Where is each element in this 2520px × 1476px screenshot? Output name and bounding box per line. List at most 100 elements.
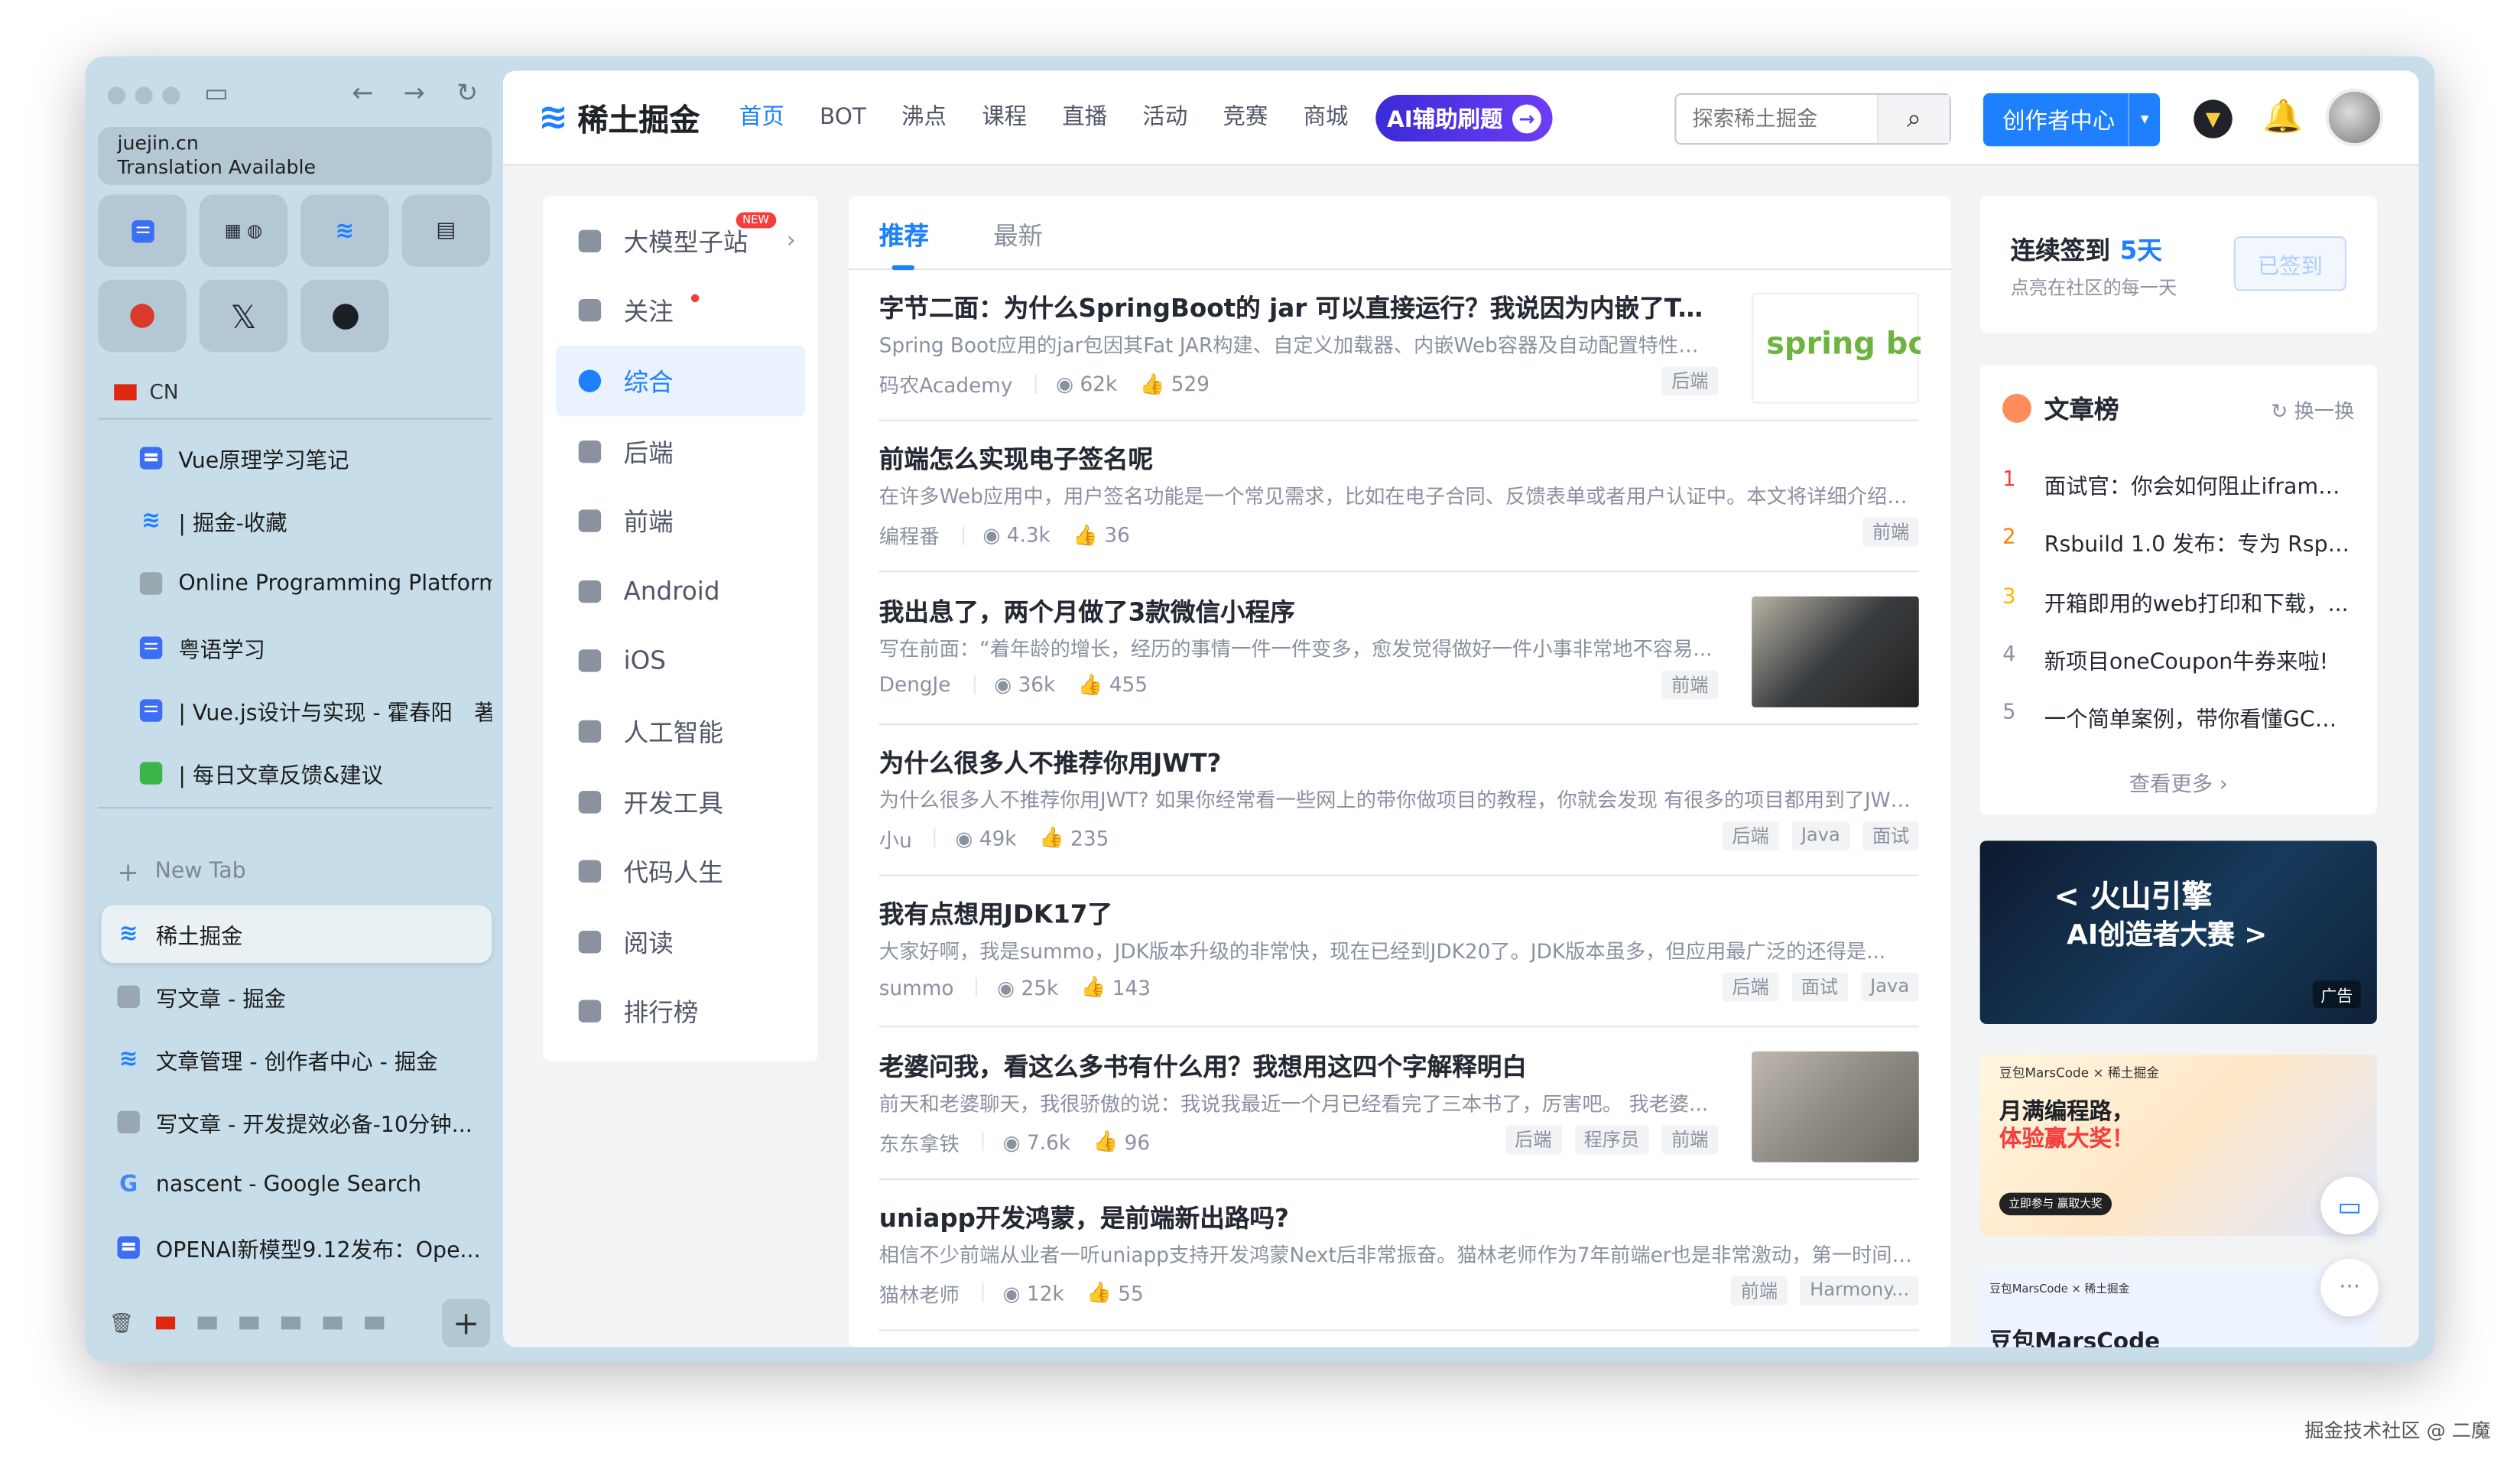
close-window-button[interactable]: [107, 86, 125, 105]
article-tag[interactable]: Harmony...: [1800, 1276, 1919, 1305]
article-title[interactable]: 前端怎么实现电子签名呢: [879, 441, 1919, 476]
ranking-item[interactable]: 4 新项目oneCoupon牛券来啦!: [2002, 643, 2356, 675]
article-tag[interactable]: 后端: [1722, 821, 1779, 850]
nav-link[interactable]: 首页: [739, 103, 784, 132]
space-4-icon[interactable]: [281, 1316, 301, 1330]
view-more-link[interactable]: 查看更多 ›: [1980, 767, 2377, 798]
article-title[interactable]: 老婆问我，看这么多书有什么用？我想用这四个字解释明白: [879, 1047, 1715, 1082]
article-item[interactable]: 字节二面：为什么SpringBoot的 jar 可以直接运行？我说因为内嵌了To…: [878, 270, 1921, 421]
ai-practice-button[interactable]: AI辅助刷题 →: [1375, 95, 1553, 141]
signed-in-button[interactable]: 已签到: [2233, 236, 2346, 291]
pinned-item[interactable]: | 每日文章反馈&建议: [101, 744, 492, 802]
thumbs-up-icon[interactable]: 👍: [1081, 974, 1106, 1000]
bell-icon[interactable]: 🔔: [2263, 96, 2303, 135]
article-author[interactable]: 猫林老师: [879, 1278, 960, 1309]
favorite-x[interactable]: 𝕏: [199, 279, 288, 353]
article-tag[interactable]: 后端: [1661, 366, 1719, 396]
nav-link[interactable]: 活动: [1142, 103, 1187, 132]
thumbs-up-icon[interactable]: 👍: [1078, 671, 1103, 697]
article-tag[interactable]: 前端: [1661, 669, 1719, 699]
article-title[interactable]: 我出息了，两个月做了3款微信小程序: [879, 593, 1715, 628]
ad-volcano-engine[interactable]: < 火山引擎 AI创造者大赛 > 广告: [1979, 840, 2377, 1024]
ranking-item[interactable]: 5 一个简单案例，带你看懂GC日...: [2002, 701, 2356, 733]
category-item[interactable]: 排行榜: [556, 977, 805, 1047]
article-tag[interactable]: 后端: [1505, 1124, 1562, 1154]
creator-center-button[interactable]: 创作者中心 ▾: [1983, 93, 2161, 147]
article-item[interactable]: 为什么很多人不推荐你用JWT? 为什么很多人不推荐你用JWT? 如果你经常看一些…: [878, 725, 1919, 876]
category-item[interactable]: 阅读: [556, 906, 805, 977]
category-item[interactable]: Android: [556, 556, 805, 626]
article-author[interactable]: 编程番: [879, 520, 940, 551]
category-item[interactable]: 前端: [556, 486, 805, 557]
article-item[interactable]: 前端怎么实现电子签名呢 在许多Web应用中，用户签名功能是一个常见需求，比如在电…: [878, 421, 1919, 573]
article-author[interactable]: 小u: [879, 823, 912, 853]
ranking-item[interactable]: 3 开箱即用的web打印和下载，...: [2002, 584, 2356, 616]
article-title[interactable]: 字节二面：为什么SpringBoot的 jar 可以直接运行？我说因为内嵌了To…: [879, 289, 1715, 324]
thumbs-up-icon[interactable]: 👍: [1093, 1129, 1118, 1155]
more-options-button[interactable]: ···: [2320, 1258, 2379, 1317]
feedback-button[interactable]: ▭: [2320, 1176, 2379, 1235]
article-thumbnail[interactable]: spring bc: [1752, 292, 1921, 404]
article-author[interactable]: 码农Academy: [879, 368, 1013, 398]
article-tag[interactable]: 前端: [1862, 518, 1919, 548]
article-title[interactable]: 我有点想用JDK17了: [879, 896, 1919, 931]
archive-icon[interactable]: 🗑: [109, 1312, 134, 1334]
space-6-icon[interactable]: [365, 1316, 385, 1330]
search-button[interactable]: ⌕: [1877, 95, 1950, 144]
category-item[interactable]: 大模型子站 NEW ›: [556, 206, 805, 276]
tab-item[interactable]: OPENAI新模型9.12发布：Ope...: [101, 1218, 492, 1276]
nav-link[interactable]: 课程: [982, 103, 1027, 132]
nav-link[interactable]: BOT: [820, 103, 866, 132]
tab-item[interactable]: ≋ 文章管理 - 创作者中心 - 掘金: [101, 1030, 492, 1088]
article-thumbnail[interactable]: [1752, 595, 1919, 707]
thumbs-up-icon[interactable]: 👍: [1140, 371, 1165, 397]
thumbs-up-icon[interactable]: 👍: [1039, 825, 1064, 851]
article-tag[interactable]: 前端: [1731, 1276, 1788, 1305]
pinned-item[interactable]: ≋ | 掘金-收藏: [101, 493, 492, 551]
article-item[interactable]: 老婆问我，看这么多书有什么用？我想用这四个字解释明白 前天和老婆聊天，我很骄傲的…: [878, 1028, 1919, 1179]
favorite-juejin[interactable]: ≋: [300, 194, 389, 267]
category-item[interactable]: 综合: [556, 346, 806, 416]
article-title[interactable]: uniapp开发鸿蒙，是前端新出路吗?: [879, 1199, 1919, 1234]
ranking-item[interactable]: 1 面试官：你会如何阻止iframe...: [2002, 468, 2356, 500]
tab-item[interactable]: Gnascent - Google Search: [101, 1156, 492, 1214]
search-input[interactable]: [1676, 96, 1878, 141]
pinned-item[interactable]: Online Programming Platform: [101, 555, 492, 613]
category-item[interactable]: iOS: [556, 626, 805, 697]
site-logo[interactable]: ≋ 稀土掘金: [538, 96, 700, 140]
article-tag[interactable]: 面试: [1862, 821, 1919, 850]
article-thumbnail[interactable]: [1752, 1050, 1919, 1162]
article-item[interactable]: 我出息了，两个月做了3款微信小程序 写在前面：“着年龄的增长，经历的事情一件一件…: [878, 574, 1919, 725]
article-title[interactable]: 为什么很多人不推荐你用JWT?: [879, 744, 1919, 779]
category-item[interactable]: 开发工具: [556, 766, 805, 837]
favorite-multi-app[interactable]: ▦ ◍: [199, 194, 288, 267]
feed-tab[interactable]: 推荐: [879, 196, 929, 271]
add-space-button[interactable]: +: [442, 1299, 491, 1348]
back-arrow-icon[interactable]: ←: [352, 77, 373, 109]
feed-tab[interactable]: 最新: [993, 196, 1043, 268]
article-tag[interactable]: 程序员: [1573, 1124, 1649, 1154]
space-cn-icon[interactable]: [156, 1316, 176, 1330]
space-5-icon[interactable]: [323, 1316, 343, 1330]
pinned-item[interactable]: | Vue.js设计与实现 - 霍春阳 著: [101, 681, 492, 740]
category-item[interactable]: 人工智能: [556, 696, 805, 766]
article-author[interactable]: summo: [879, 975, 954, 1000]
nav-link[interactable]: 直播: [1062, 103, 1107, 132]
article-author[interactable]: 东东拿铁: [879, 1126, 960, 1156]
tab-item[interactable]: 写文章 - 开发提效必备-10分钟...: [101, 1093, 492, 1151]
forward-arrow-icon[interactable]: →: [404, 77, 425, 109]
category-item[interactable]: 关注: [556, 276, 805, 346]
nav-link[interactable]: 沸点: [901, 103, 947, 132]
address-bar[interactable]: juejin.cn Translation Available: [98, 127, 492, 185]
favorite-reader[interactable]: ▤: [401, 194, 491, 267]
article-tag[interactable]: 后端: [1722, 973, 1779, 1002]
tab-item[interactable]: 写文章 - 掘金: [101, 967, 492, 1026]
minimize-window-button[interactable]: [135, 86, 153, 105]
vip-badge-icon[interactable]: ▼: [2194, 99, 2233, 138]
article-tag[interactable]: 前端: [1661, 1124, 1719, 1154]
ranking-item[interactable]: 2 Rsbuild 1.0 发布：专为 Rspac...: [2002, 526, 2356, 558]
category-item[interactable]: 代码人生: [556, 837, 805, 907]
favorite-github[interactable]: [300, 279, 389, 353]
article-author[interactable]: DengJe: [879, 672, 951, 697]
ad-marscode-2[interactable]: 豆包MarsCode × 稀土掘金 豆包MarsCode: [1979, 1268, 2377, 1348]
